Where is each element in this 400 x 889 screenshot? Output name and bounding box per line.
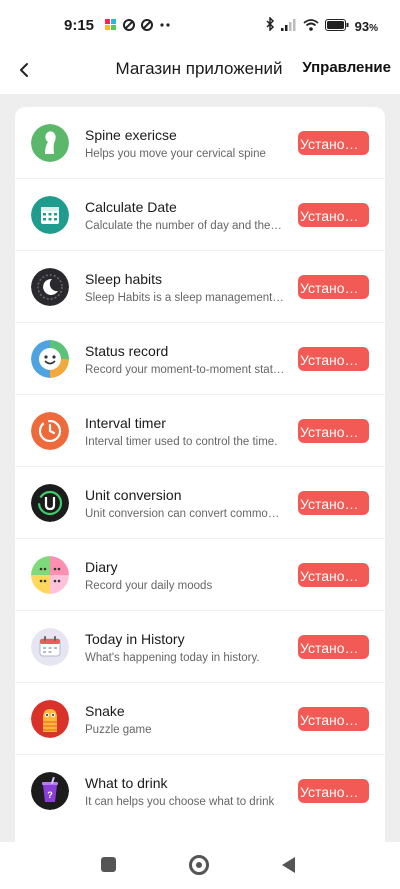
app-row[interactable]: Spine exericse Helps you move your cervi… [15,107,385,179]
install-button[interactable]: Установить [298,131,369,155]
app-description: Sleep Habits is a sleep management tool [85,292,285,304]
app-name: Calculate Date [85,199,177,215]
app-row[interactable]: Calculate Date Calculate the number of d… [15,179,385,251]
calendar-icon [31,196,69,234]
install-button[interactable]: Установить [298,707,369,731]
app-description: Unit conversion can convert common units [85,508,285,520]
wifi-icon [303,18,319,35]
blocked-icon [141,18,153,35]
app-description: Puzzle game [85,724,152,736]
manage-button[interactable]: Управление [302,59,391,76]
install-button[interactable]: Установить [298,563,369,587]
app-row[interactable]: Status record Record your moment-to-mome… [15,323,385,395]
app-row[interactable]: Unit conversion Unit conversion can conv… [15,467,385,539]
app-name: Interval timer [85,415,166,431]
app-name: What to drink [85,775,168,791]
moon-icon [31,268,69,306]
timer-icon [31,412,69,450]
app-row[interactable]: Today in History What's happening today … [15,611,385,683]
more-dots-icon [159,18,171,35]
app-notification-icon [105,18,117,35]
drink-icon: ? [31,772,69,810]
status-time: 9:15 [64,17,95,34]
app-description: Interval timer used to control the time. [85,436,278,448]
app-row[interactable]: Snake Puzzle game Установить [15,683,385,755]
blocked-icon [123,18,135,35]
unit-icon [31,484,69,522]
system-nav-bar [0,842,400,889]
top-bar: Магазин приложений Управление [0,50,400,94]
battery-percent: 93% [354,18,378,34]
home-dot [196,862,202,868]
app-description: Helps you move your cervical spine [85,148,266,160]
app-list: Spine exericse Helps you move your cervi… [15,107,385,842]
install-button[interactable]: Установить [298,203,369,227]
install-button[interactable]: Установить [298,779,369,803]
signal-icon [280,18,297,35]
system-icons: 93% [265,16,378,35]
install-button[interactable]: Установить [298,635,369,659]
home-button[interactable] [189,855,209,875]
app-name: Snake [85,703,125,719]
app-row[interactable]: Sleep habits Sleep Habits is a sleep man… [15,251,385,323]
app-description: Record your moment-to-moment status [85,364,285,376]
app-description: It can helps you choose what to drink [85,796,275,808]
app-name: Spine exericse [85,127,177,143]
page-title: Магазин приложений [115,59,283,78]
smiley-icon [31,340,69,378]
app-row[interactable]: ? What to drink It can helps you choose … [15,755,385,827]
install-button[interactable]: Установить [298,275,369,299]
app-name: Status record [85,343,169,359]
status-bar: 9:15 93% [0,0,400,50]
app-description: What's happening today in history. [85,652,260,664]
history-calendar-icon [31,628,69,666]
install-button[interactable]: Установить [298,419,369,443]
snake-icon [31,700,69,738]
recents-button[interactable] [101,857,116,872]
install-button[interactable]: Установить [298,491,369,515]
install-button[interactable]: Установить [298,347,369,371]
back-nav-button[interactable] [282,857,295,873]
notification-icons [105,18,171,35]
svg-text:?: ? [47,790,53,800]
app-description: Calculate the number of day and the diff… [85,220,285,232]
app-row[interactable]: Diary Record your daily moods Установить [15,539,385,611]
app-description: Record your daily moods [85,580,213,592]
bluetooth-icon [265,16,275,35]
battery-icon [324,18,349,35]
app-name: Sleep habits [85,271,163,287]
app-row[interactable]: Interval timer Interval timer used to co… [15,395,385,467]
diary-icon [31,556,69,594]
app-name: Diary [85,559,118,575]
app-name: Unit conversion [85,487,182,503]
app-name: Today in History [85,631,185,647]
spine-icon [31,124,69,162]
